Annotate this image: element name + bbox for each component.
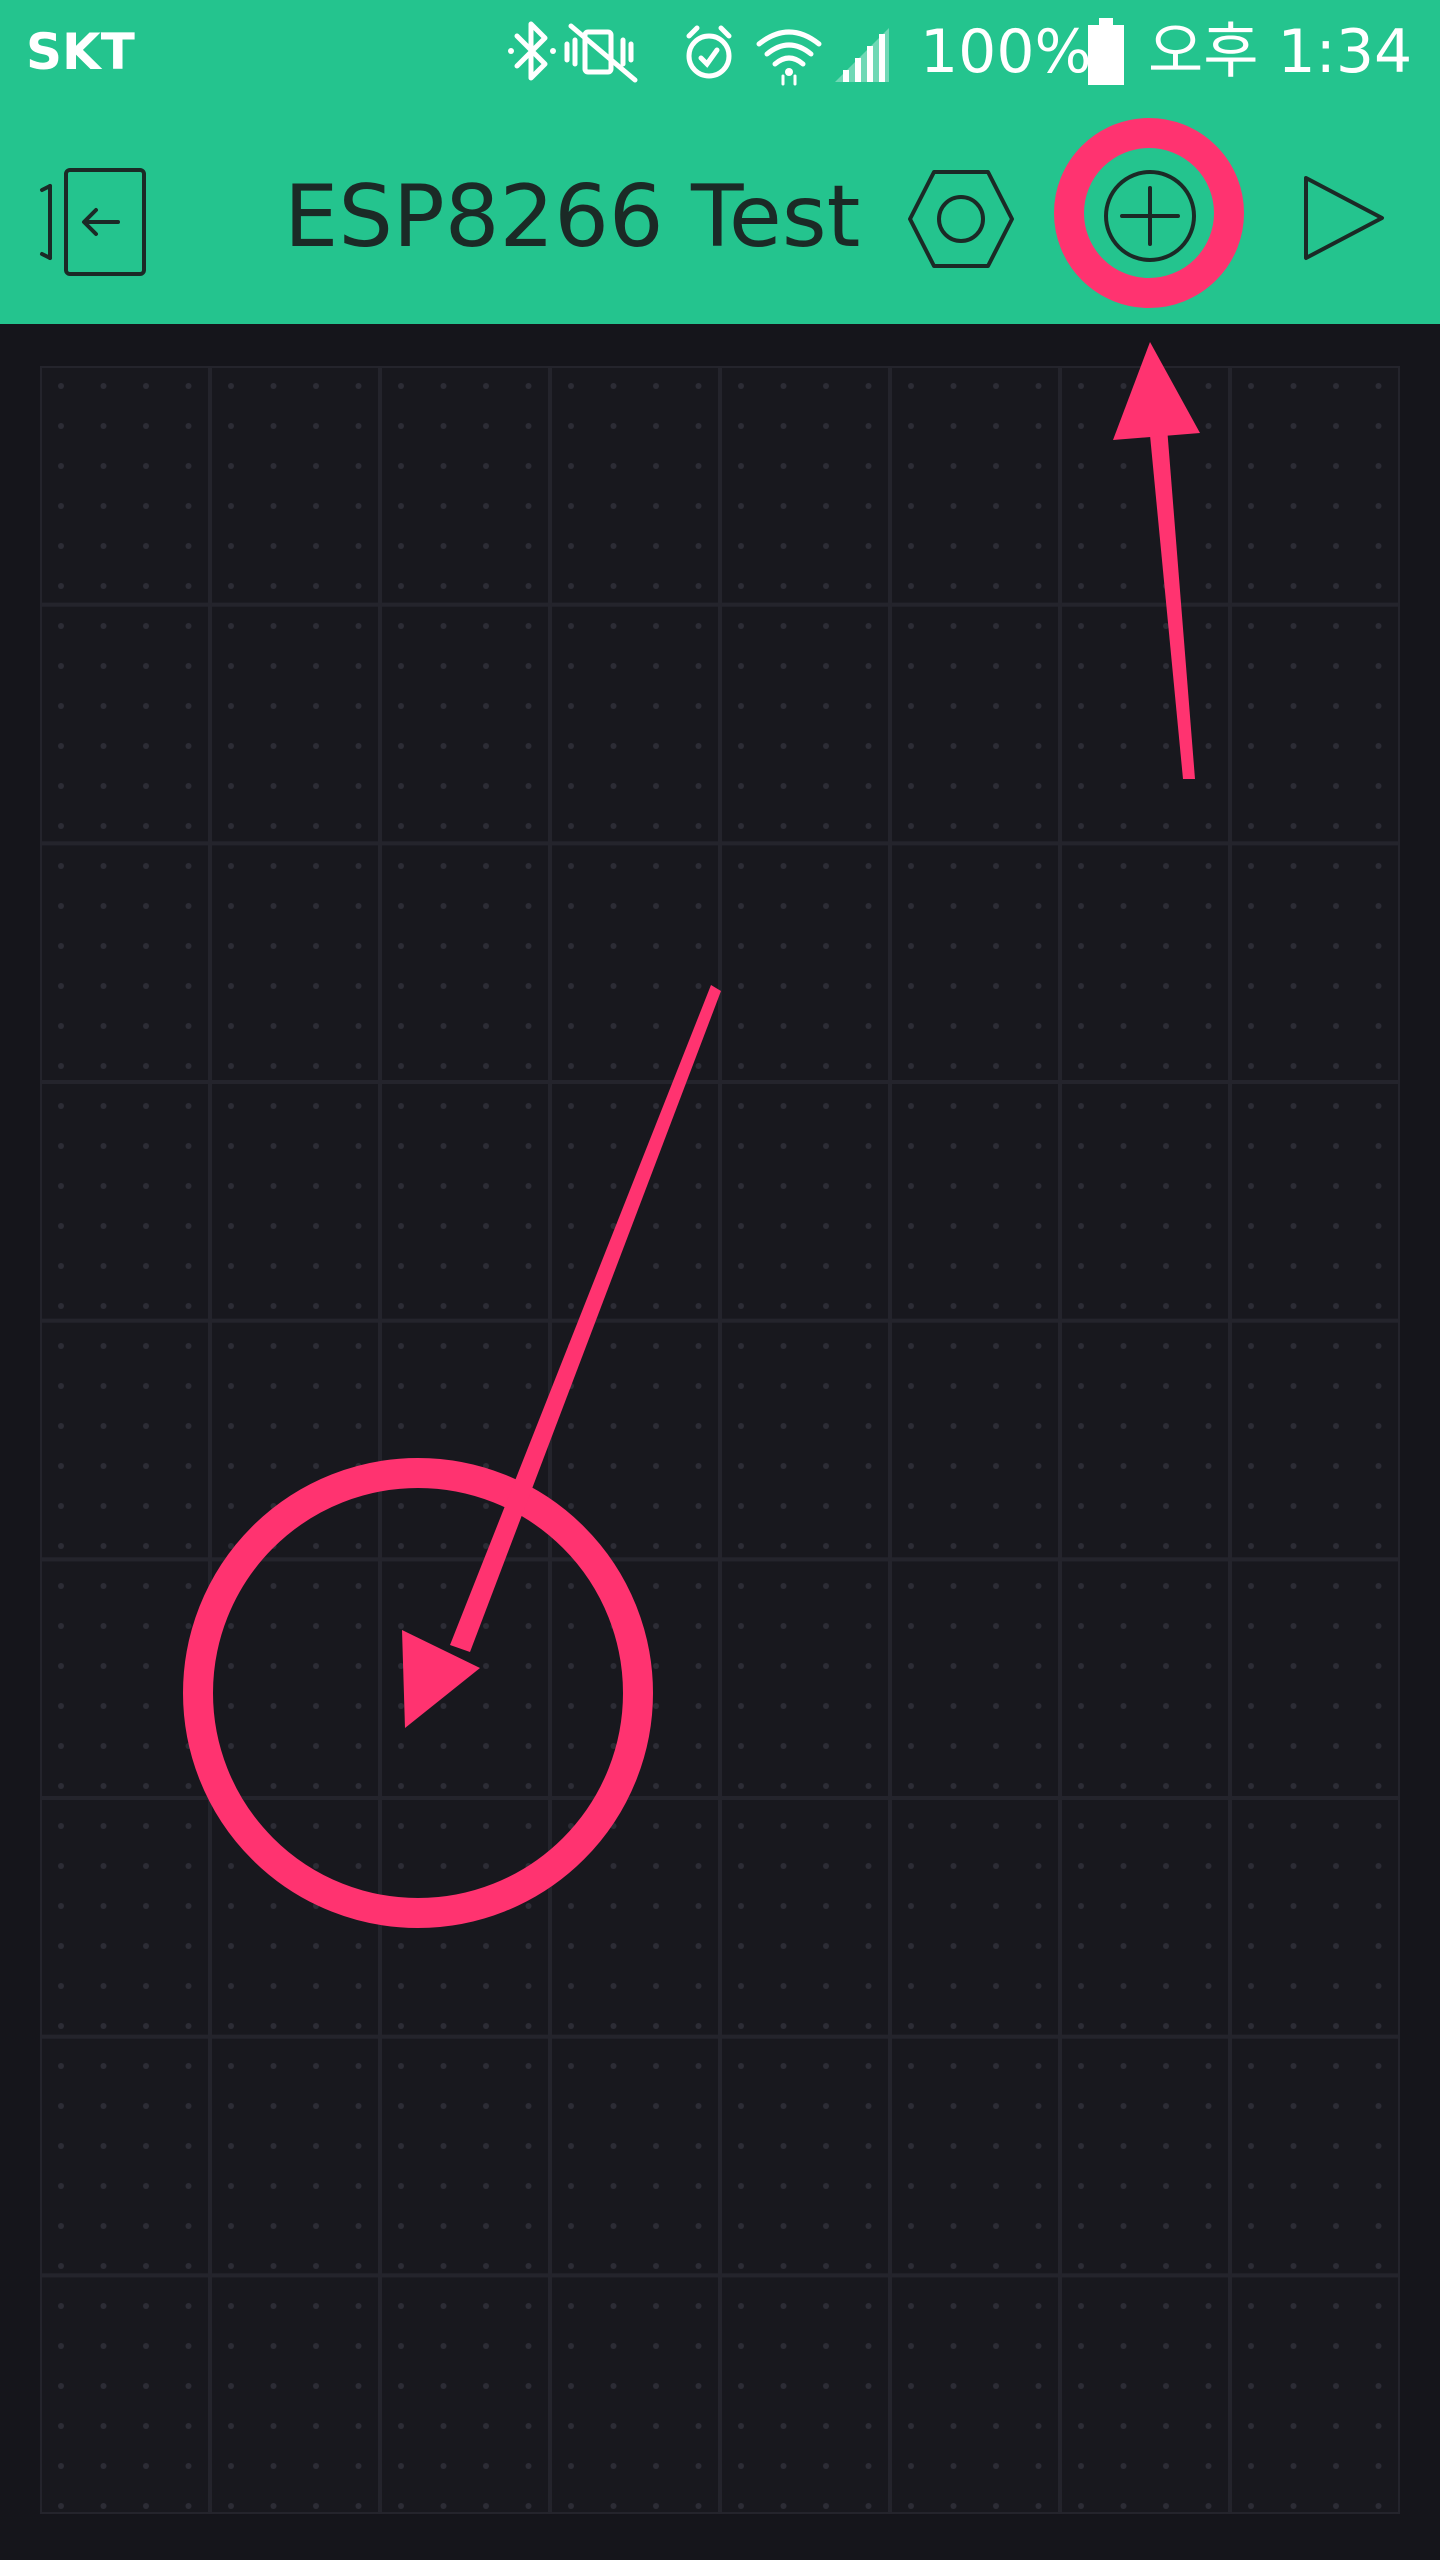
- widget-canvas[interactable]: [40, 366, 1400, 2514]
- battery-percent: 100%: [920, 17, 1092, 87]
- settings-hexagon-icon: [908, 170, 1014, 268]
- add-widget-button[interactable]: [1090, 156, 1210, 276]
- canvas-cell-grid: [40, 366, 1400, 2514]
- vibrate-mute-icon: [564, 23, 638, 83]
- battery-icon: [1088, 18, 1124, 85]
- bluetooth-icon: [508, 21, 556, 81]
- cellular-signal-icon: [835, 28, 889, 82]
- alarm-icon: [686, 25, 732, 79]
- wifi-icon: [756, 29, 822, 86]
- carrier-name: SKT: [26, 23, 135, 81]
- project-title: ESP8266 Test: [284, 167, 861, 267]
- status-bar: SKT 100% 오후 1:34: [0, 0, 1440, 104]
- app-screen: SKT 100% 오후 1:34 ESP8266 Test: [0, 0, 1440, 2560]
- exit-project-button[interactable]: [38, 166, 156, 276]
- project-toolbar: ESP8266 Test: [0, 104, 1440, 324]
- status-icons: [508, 21, 889, 86]
- play-button[interactable]: [1296, 168, 1392, 268]
- add-widget-icon: [1104, 170, 1196, 262]
- status-time: 오후 1:34: [1148, 17, 1413, 87]
- exit-project-icon: [40, 168, 146, 276]
- settings-button[interactable]: [906, 164, 1016, 274]
- play-icon: [1304, 176, 1384, 260]
